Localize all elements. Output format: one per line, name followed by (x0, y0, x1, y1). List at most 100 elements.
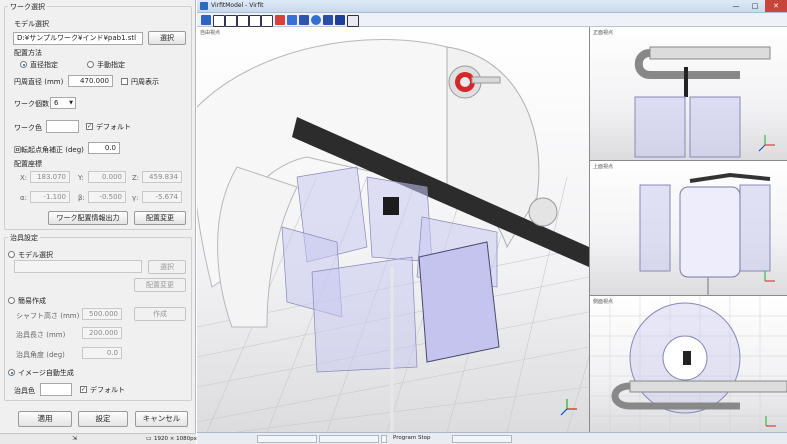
shaft-height-input[interactable]: 500.000 (82, 308, 122, 320)
status-box-3 (381, 435, 387, 443)
jig-default-label: デフォルト (90, 386, 125, 394)
placement-label: 配置方法 (14, 49, 42, 57)
x-input[interactable]: 183.070 (30, 171, 70, 183)
jig-create-button[interactable]: 作成 (134, 307, 186, 321)
viewer-window: VirfitModel - Virfit — □ ✕ 自由視点 正面視点 上面視… (197, 0, 787, 444)
gamma-input[interactable]: -5.674 (142, 191, 182, 203)
shade-blue-icon[interactable] (287, 15, 297, 25)
title-bar: VirfitModel - Virfit — □ ✕ (197, 0, 787, 13)
export-placement-button[interactable]: ワーク配置情報出力 (48, 211, 128, 225)
app-icon (200, 2, 208, 10)
rotation-input[interactable]: 0.0 (88, 142, 120, 154)
gamma-label: γ: (132, 194, 139, 202)
jig-model-radio[interactable] (8, 251, 15, 258)
side-scene (590, 296, 787, 432)
status-box-2 (319, 435, 379, 443)
jig-angle-input[interactable]: 0.0 (82, 347, 122, 359)
work-count-value: 6 (54, 99, 59, 107)
status-bar: Program Stop (197, 432, 787, 444)
apply-button[interactable]: 適用 (18, 411, 72, 427)
program-status-text: Program Stop (393, 435, 431, 441)
side-view-label: 側面視点 (593, 299, 614, 305)
jig-model-path-field[interactable] (14, 260, 142, 273)
chevron-down-icon: ▼ (69, 100, 73, 106)
circ-diameter-input[interactable]: 470.000 (68, 75, 113, 87)
beta-label: β: (78, 194, 85, 202)
close-button[interactable]: ✕ (765, 0, 787, 12)
jig-group-title: 治具設定 (8, 233, 40, 243)
model-select-button[interactable]: 選択 (148, 31, 186, 45)
beta-input[interactable]: -0.500 (88, 191, 126, 203)
alpha-label: α: (20, 194, 27, 202)
settings-button[interactable]: 設定 (78, 411, 128, 427)
status-box-1 (257, 435, 317, 443)
shade-red-icon[interactable] (275, 15, 285, 25)
view-top-icon[interactable] (225, 15, 237, 27)
work-color-swatch[interactable] (46, 120, 79, 133)
target-icon[interactable] (347, 15, 359, 27)
jig-color-swatch[interactable] (40, 383, 72, 396)
main-scene (197, 39, 589, 432)
work-default-checkbox[interactable]: ✓ (86, 123, 93, 130)
cancel-button[interactable]: キャンセル (135, 411, 188, 427)
y-label: Y: (78, 174, 84, 182)
change-placement-button[interactable]: 配置変更 (134, 211, 186, 225)
jig-simple-radio-label: 簡易作成 (18, 297, 46, 305)
viewport-area: 自由視点 正面視点 上面視点 側面視点 (197, 27, 787, 432)
view-side-icon[interactable] (237, 15, 249, 27)
view-back-icon[interactable] (249, 15, 261, 27)
y-input[interactable]: 0.000 (88, 171, 126, 183)
work-count-label: ワーク個数 (14, 100, 49, 108)
top-viewport[interactable]: 上面視点 (590, 161, 787, 295)
diameter-radio[interactable] (20, 61, 27, 68)
front-viewport[interactable]: 正面視点 (590, 27, 787, 160)
main-view-label: 自由視点 (200, 30, 221, 36)
front-view-label: 正面視点 (593, 30, 614, 36)
alpha-input[interactable]: -1.100 (30, 191, 70, 203)
diameter-radio-label: 直径指定 (30, 61, 58, 69)
work-group-title: ワーク選択 (8, 2, 47, 12)
top-scene (639, 172, 775, 295)
minimize-button[interactable]: — (727, 0, 745, 12)
settings-cube-icon[interactable] (335, 15, 345, 25)
work-color-label: ワーク色 (14, 124, 42, 132)
view-iso-icon[interactable] (261, 15, 273, 27)
cube-icon[interactable] (323, 15, 333, 25)
file-open-icon[interactable] (201, 15, 211, 25)
front-scene (634, 46, 775, 158)
monitor-icon: ▭ (146, 435, 152, 442)
manual-radio-label: 手動指定 (97, 61, 125, 69)
resize-grip-icon: ⇲ (72, 435, 78, 442)
manual-radio[interactable] (87, 61, 94, 68)
wireframe-icon[interactable] (299, 15, 309, 25)
toolbar (197, 13, 787, 27)
jig-simple-radio[interactable] (8, 297, 15, 304)
jig-color-label: 治具色 (14, 387, 35, 395)
settings-panel: ワーク選択 モデル選択 D:¥サンプルワーク¥インド¥pab1.stl 選択 配… (0, 0, 197, 444)
x-label: X: (20, 174, 28, 182)
circ-display-checkbox[interactable] (121, 78, 128, 85)
coords-label: 配置座標 (14, 160, 42, 168)
status-box-4 (452, 435, 512, 443)
jig-default-checkbox[interactable]: ✓ (80, 386, 87, 393)
view-front-icon[interactable] (213, 15, 225, 27)
jig-length-input[interactable]: 200.000 (82, 327, 122, 339)
maximize-button[interactable]: □ (746, 0, 764, 12)
top-view-label: 上面視点 (593, 164, 614, 170)
jig-auto-radio-label: イメージ自動生成 (18, 369, 74, 377)
circ-diameter-label: 円周直径 (mm) (14, 78, 64, 86)
jig-length-label: 治具長さ (mm) (16, 331, 66, 339)
window-title: VirfitModel - Virfit (211, 2, 264, 9)
work-count-select[interactable]: 6 ▼ (50, 97, 76, 109)
jig-auto-radio[interactable] (8, 369, 15, 376)
main-viewport[interactable]: 自由視点 (197, 27, 589, 432)
work-default-label: デフォルト (96, 123, 131, 131)
side-viewport[interactable]: 側面視点 (590, 296, 787, 432)
jig-change-button[interactable]: 配置変更 (134, 278, 186, 292)
jig-select-button[interactable]: 選択 (148, 260, 186, 274)
shaft-height-label: シャフト高さ (mm) (16, 312, 80, 320)
model-path-field[interactable]: D:¥サンプルワーク¥インド¥pab1.stl (13, 32, 143, 45)
sphere-icon[interactable] (311, 15, 321, 25)
rotation-label: 回転起点角補正 (deg) (14, 146, 84, 154)
z-input[interactable]: 459.834 (142, 171, 182, 183)
